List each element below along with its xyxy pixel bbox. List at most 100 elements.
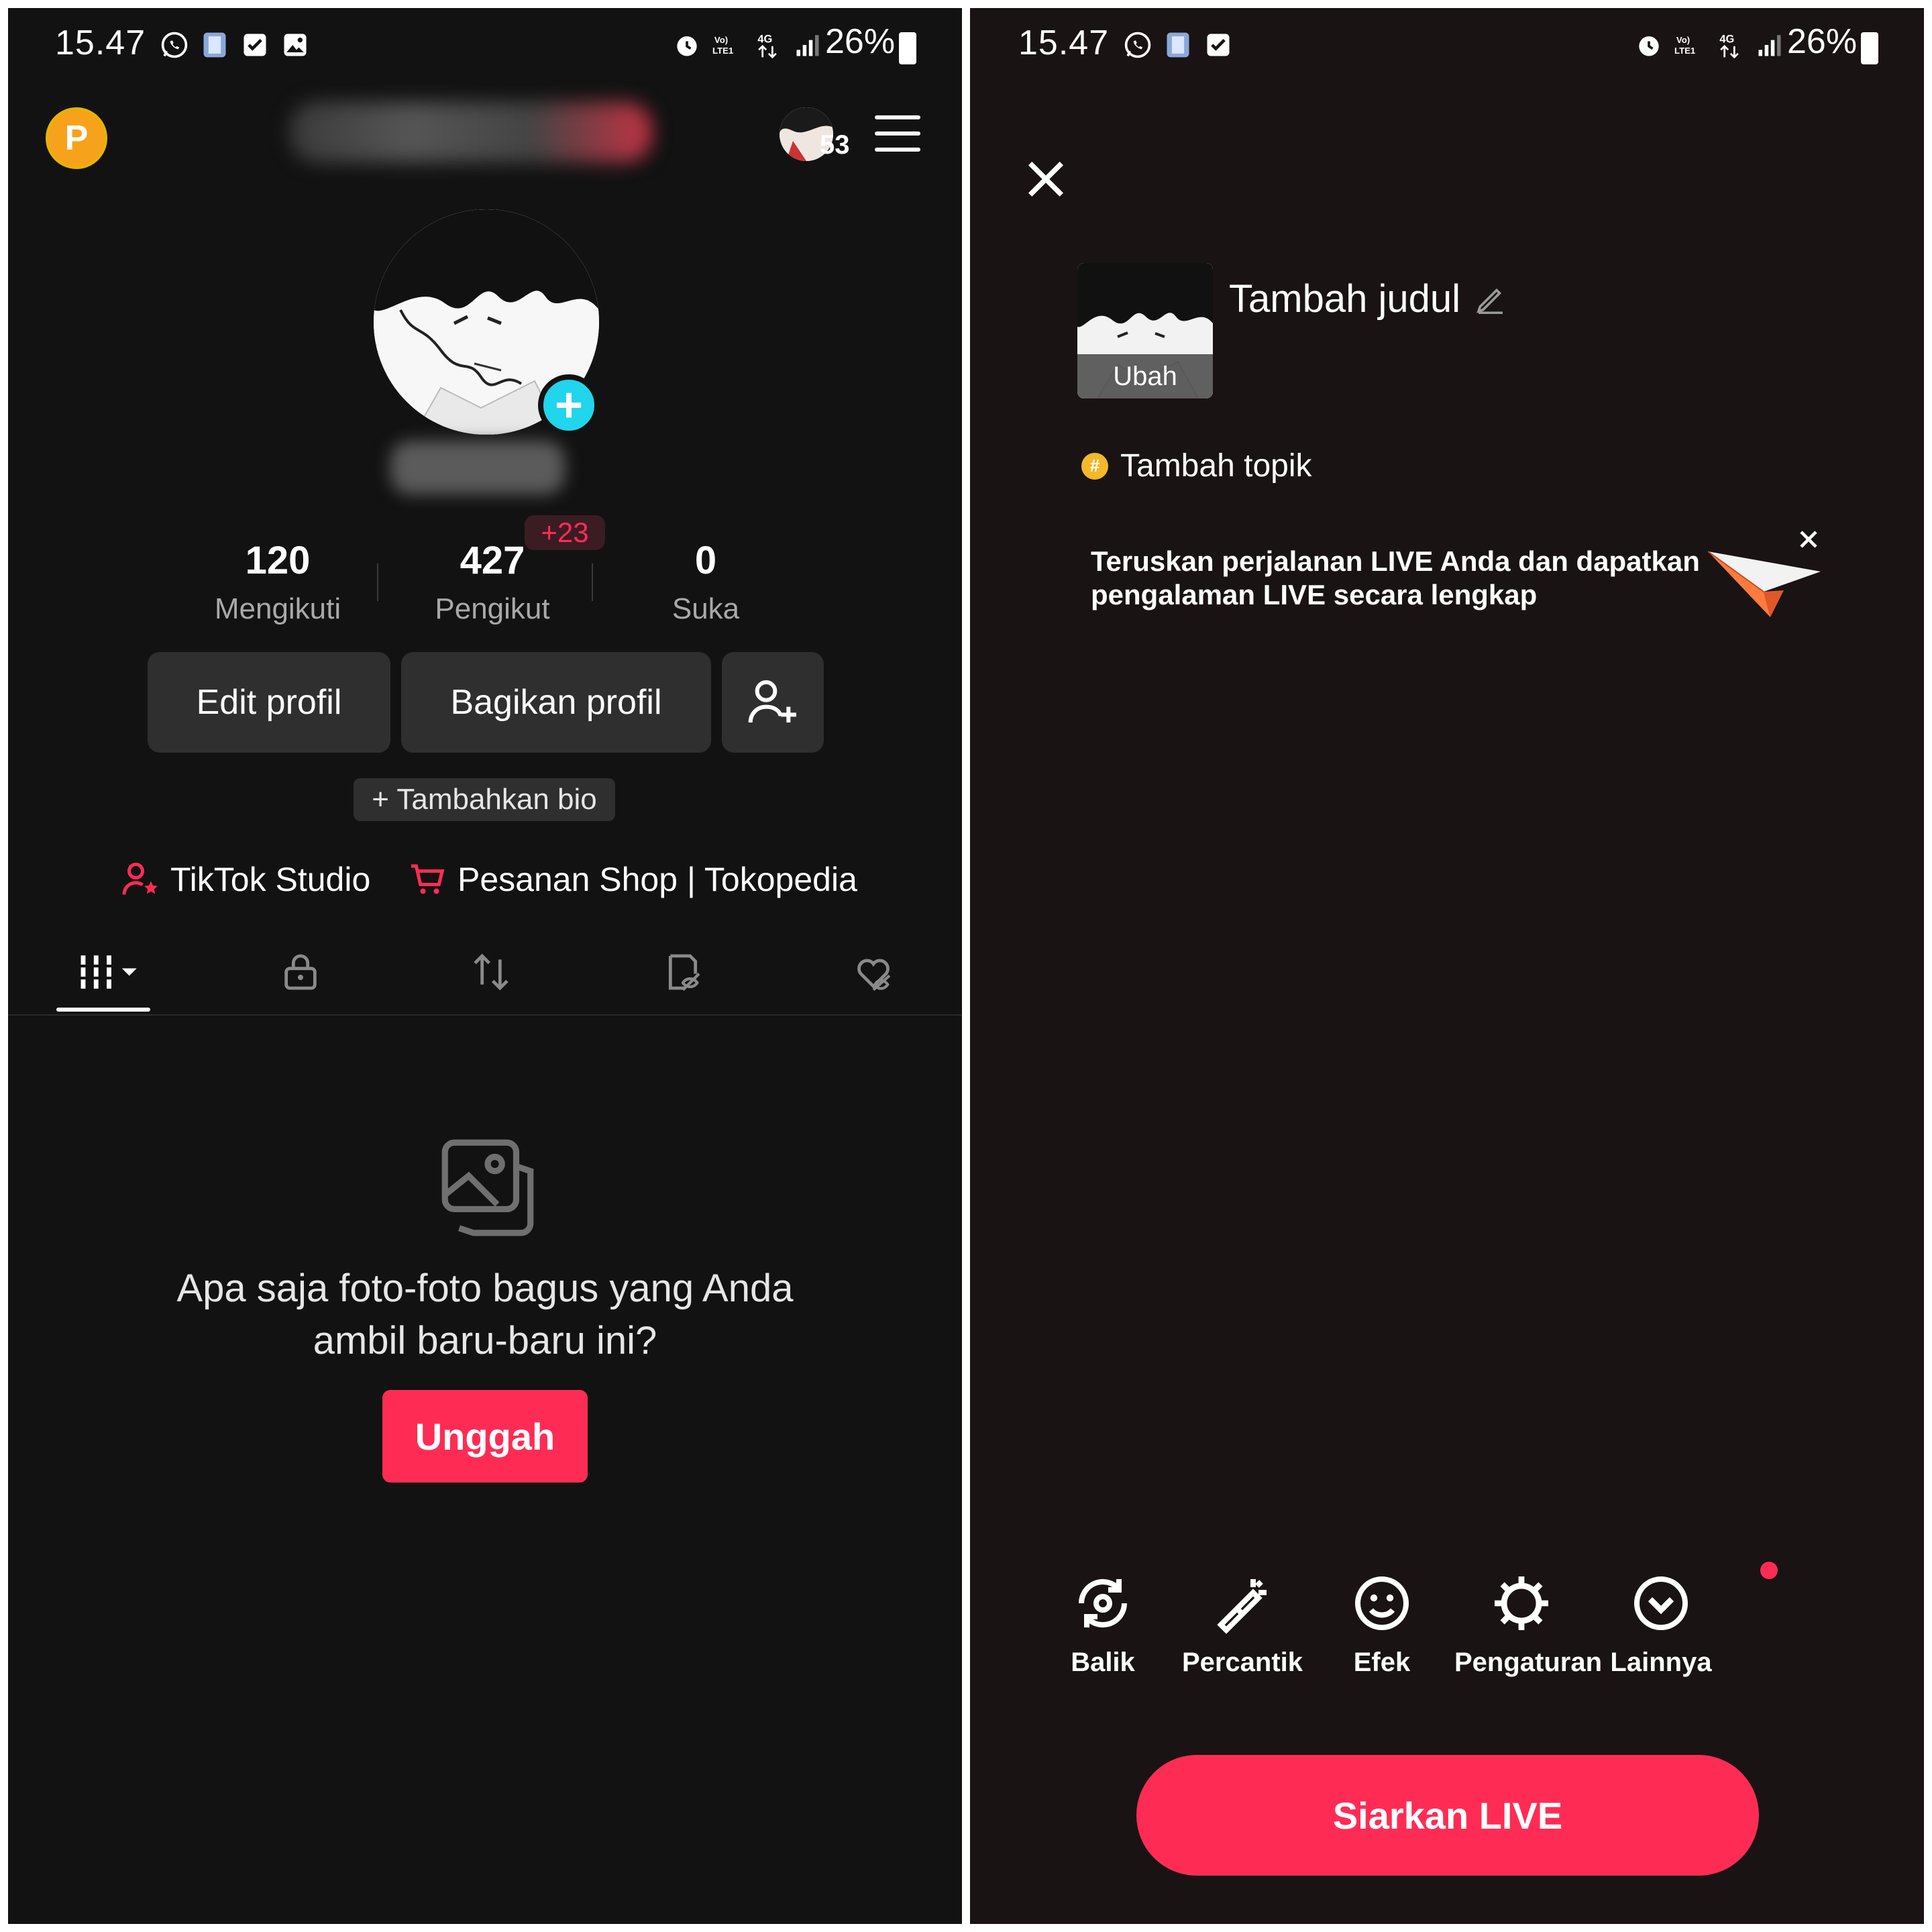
- promo-banner-text: Teruskan perjalanan LIVE Anda dan dapatk…: [1091, 545, 1700, 610]
- shop-orders-label: Pesanan Shop | Tokopedia: [458, 861, 857, 898]
- gallery-icon: [280, 30, 310, 60]
- likes-count: 0: [694, 539, 717, 582]
- stat-divider: [377, 564, 378, 601]
- tool-label: Lainnya: [1610, 1648, 1712, 1677]
- whatsapp-icon: [160, 30, 189, 60]
- hashtag-icon: #: [1081, 452, 1108, 480]
- add-user-icon: [748, 680, 796, 723]
- pencil-icon: [1477, 288, 1503, 314]
- tiktok-studio-label: TikTok Studio: [170, 861, 371, 898]
- change-cover-label: Ubah: [1077, 354, 1213, 398]
- coin-badge[interactable]: P: [46, 107, 107, 169]
- tool-label: Percantik: [1181, 1648, 1303, 1677]
- likes-label: Suka: [672, 592, 740, 625]
- tab-reposts[interactable]: [464, 949, 518, 996]
- stat-following[interactable]: 120 Mengikuti: [191, 538, 365, 626]
- status-notification-icons: [160, 28, 310, 62]
- dismiss-promo-icon[interactable]: [1794, 525, 1823, 554]
- tool-effects[interactable]: Efek: [1315, 1571, 1449, 1678]
- add-topic-label: Tambah topik: [1120, 448, 1312, 484]
- stat-followers[interactable]: 427 Pengikut: [405, 538, 580, 626]
- smiley-icon: [1350, 1571, 1414, 1635]
- menu-icon[interactable]: [875, 115, 920, 154]
- handle-blurred: [390, 441, 565, 494]
- title-placeholder: Tambah judul: [1229, 277, 1460, 321]
- content-tabs: [8, 934, 962, 1016]
- svg-text:LTE1: LTE1: [712, 46, 733, 56]
- add-bio-button[interactable]: + Tambahkan bio: [354, 778, 615, 821]
- tab-saved[interactable]: [656, 949, 710, 996]
- battery-percentage: 26%: [825, 22, 896, 61]
- network-label: 4G: [757, 33, 772, 45]
- battery-icon: [899, 32, 916, 64]
- follower-delta-badge: +23: [525, 515, 605, 550]
- add-friend-button[interactable]: [722, 652, 824, 753]
- svg-text:LTE1: LTE1: [1674, 46, 1695, 56]
- profile-screen: 15.47 Vo) LTE1 4G 26% P 53 + 120 Mengiku…: [8, 8, 962, 1924]
- upload-button[interactable]: Unggah: [382, 1390, 588, 1483]
- close-icon[interactable]: [1022, 156, 1069, 203]
- live-setup-screen: 15.47 Vo) LTE1 4G 26% Ubah Tambah judul …: [970, 8, 1924, 1924]
- alarm-icon: [672, 30, 702, 60]
- tab-private[interactable]: [274, 949, 327, 996]
- svg-text:4G: 4G: [1719, 33, 1734, 45]
- shop-orders-link[interactable]: Pesanan Shop | Tokopedia: [408, 855, 857, 904]
- following-label: Mengikuti: [214, 592, 341, 625]
- paper-plane-icon: [1707, 545, 1822, 619]
- app-icon: [1163, 30, 1193, 60]
- gear-icon: [1489, 1571, 1554, 1635]
- photos-icon: [431, 1128, 545, 1242]
- go-live-button[interactable]: Siarkan LIVE: [1136, 1755, 1759, 1876]
- following-count: 120: [245, 539, 311, 582]
- status-notification-icons: [1123, 28, 1233, 62]
- status-time: 15.47: [1018, 23, 1110, 62]
- tool-label: Efek: [1353, 1648, 1411, 1677]
- check-box-icon: [1203, 30, 1233, 60]
- repost-icon: [474, 953, 508, 991]
- signal-icon: [1755, 30, 1784, 60]
- cart-icon: [411, 864, 445, 894]
- tool-label: Balik: [1071, 1648, 1135, 1677]
- check-box-icon: [240, 30, 270, 60]
- grid-icon: [80, 955, 137, 989]
- tool-more[interactable]: Lainnya: [1594, 1571, 1728, 1678]
- battery-icon: [1861, 32, 1878, 64]
- edit-profile-button[interactable]: Edit profil: [148, 652, 390, 753]
- followers-label: Pengikut: [435, 592, 550, 625]
- heart-off-icon: [857, 959, 891, 991]
- tool-beautify[interactable]: Percantik: [1175, 1571, 1309, 1678]
- empty-state-text: Apa saja foto-foto bagus yang Anda ambil…: [176, 1267, 794, 1362]
- tool-settings[interactable]: Pengaturan: [1454, 1571, 1603, 1678]
- signal-icon: [793, 30, 822, 60]
- alarm-icon: [1634, 30, 1664, 60]
- stat-likes[interactable]: 0 Suka: [619, 538, 793, 626]
- add-photo-button[interactable]: +: [538, 374, 600, 436]
- volte-icon: Vo) LTE1: [1674, 30, 1704, 60]
- tool-label: Pengaturan: [1454, 1648, 1603, 1677]
- live-cover-thumbnail[interactable]: Ubah: [1077, 263, 1213, 398]
- tool-flip[interactable]: Balik: [1036, 1571, 1170, 1678]
- status-system-icons: Vo) LTE1 4G: [1634, 28, 1784, 62]
- username-blurred[interactable]: [290, 102, 652, 162]
- network-4g-icon: 4G: [1715, 30, 1744, 60]
- stat-divider: [592, 564, 593, 601]
- flip-camera-icon: [1071, 1571, 1135, 1635]
- app-icon: [200, 30, 229, 60]
- status-system-icons: Vo) LTE1 4G: [672, 28, 822, 62]
- new-indicator-dot: [1760, 1562, 1778, 1579]
- status-time: 15.47: [55, 23, 146, 62]
- magic-wand-icon: [1210, 1571, 1275, 1635]
- active-tab-indicator: [56, 1008, 150, 1012]
- eye-off-icon: [668, 954, 700, 991]
- share-profile-button[interactable]: Bagikan profil: [401, 652, 711, 753]
- tab-liked[interactable]: [847, 949, 900, 996]
- live-title-field[interactable]: Tambah judul: [1229, 276, 1509, 321]
- lock-icon: [284, 954, 317, 990]
- notification-count: 53: [820, 130, 850, 160]
- volte-icon: Vo) LTE1: [712, 30, 742, 60]
- tiktok-studio-link[interactable]: TikTok Studio: [121, 855, 370, 904]
- svg-text:Vo): Vo): [714, 35, 728, 45]
- add-topic-button[interactable]: # Tambah topik: [1081, 447, 1312, 484]
- battery-percentage: 26%: [1787, 22, 1858, 61]
- tab-videos[interactable]: [72, 949, 153, 996]
